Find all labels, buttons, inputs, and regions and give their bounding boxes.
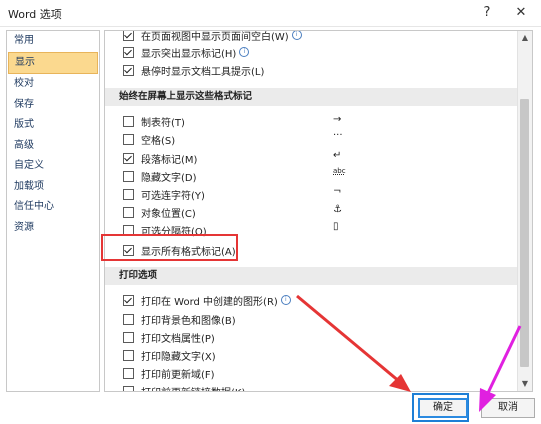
sidebar-item-trust-center[interactable]: 信任中心 — [7, 197, 99, 218]
checkbox[interactable] — [123, 115, 134, 127]
info-icon: i — [291, 31, 302, 40]
print-option-update-fields[interactable]: 打印前更新域(F) — [123, 365, 215, 381]
close-icon[interactable]: ✕ — [510, 4, 532, 22]
options-sidebar: 常用 显示 校对 保存 版式 高级 自定义 加载项 信任中心 资源 — [6, 30, 100, 392]
print-option-drawings[interactable]: 打印在 Word 中创建的图形(R) i — [123, 292, 291, 308]
checkbox[interactable] — [123, 367, 134, 379]
checkbox[interactable] — [123, 152, 134, 164]
format-mark-optional-hyphen[interactable]: 可选连字符(Y) — [123, 186, 205, 202]
title-bar: Word 选项 ? ✕ — [0, 0, 541, 27]
cancel-button[interactable]: 取消 — [481, 398, 535, 418]
space-mark-icon: ··· — [333, 130, 343, 141]
paragraph-mark-icon: ↵ — [333, 150, 342, 161]
checkbox[interactable] — [123, 46, 134, 58]
window-title: Word 选项 — [8, 8, 62, 21]
vertical-scrollbar[interactable]: ▲ ▼ — [517, 31, 532, 391]
scroll-down-icon[interactable]: ▼ — [520, 379, 530, 389]
tab-mark-icon: → — [333, 114, 342, 125]
checkbox[interactable] — [123, 385, 134, 391]
option-label: 制表符(T) — [141, 117, 185, 129]
option-label: 打印前更新域(F) — [141, 369, 215, 381]
option-label: 打印在 Word 中创建的图形(R) — [141, 296, 278, 308]
anchor-icon: ⚓ — [333, 204, 342, 215]
checkbox[interactable] — [123, 313, 134, 325]
option-label: 打印前更新链接数据(K) — [141, 384, 245, 392]
option-label: 显示突出显示标记(H) — [141, 48, 237, 60]
sidebar-item-layout[interactable]: 版式 — [7, 115, 99, 136]
checkbox[interactable] — [123, 206, 134, 218]
checkbox[interactable] — [123, 133, 134, 145]
option-label: 段落标记(M) — [141, 154, 198, 166]
checkbox[interactable] — [123, 64, 134, 76]
option-label: 打印文档属性(P) — [141, 333, 215, 345]
option-label: 可选连字符(Y) — [141, 190, 205, 202]
annotation-highlight-box — [101, 234, 238, 261]
sidebar-item-resources[interactable]: 资源 — [7, 218, 99, 239]
print-option-properties[interactable]: 打印文档属性(P) — [123, 329, 215, 345]
format-mark-tab[interactable]: 制表符(T) — [123, 113, 185, 129]
checkbox[interactable] — [123, 331, 134, 343]
info-icon: i — [239, 47, 250, 57]
format-mark-hidden-text[interactable]: 隐藏文字(D) — [123, 168, 197, 184]
section-header-print-options: 打印选项 — [105, 267, 517, 285]
section-header-format-marks: 始终在屏幕上显示这些格式标记 — [105, 88, 517, 106]
format-mark-paragraph[interactable]: 段落标记(M) — [123, 150, 197, 166]
checkbox[interactable] — [123, 188, 134, 200]
format-mark-space[interactable]: 空格(S) — [123, 131, 175, 147]
checkbox[interactable] — [123, 170, 134, 182]
print-option-hidden-text[interactable]: 打印隐藏文字(X) — [123, 347, 216, 363]
print-option-background[interactable]: 打印背景色和图像(B) — [123, 311, 236, 327]
info-icon: i — [280, 295, 291, 305]
sidebar-item-customize[interactable]: 自定义 — [7, 156, 99, 177]
checkbox[interactable] — [123, 31, 134, 41]
sidebar-item-proofing[interactable]: 校对 — [7, 74, 99, 95]
sidebar-item-display[interactable]: 显示 — [8, 51, 98, 74]
hidden-text-icon: abc — [333, 167, 346, 175]
option-label: 在页面视图中显示页面间空白(W) — [141, 31, 289, 43]
option-show-whitespace[interactable]: 在页面视图中显示页面间空白(W) i — [123, 31, 302, 43]
format-mark-object-anchor[interactable]: 对象位置(C) — [123, 204, 196, 220]
option-label: 隐藏文字(D) — [141, 172, 197, 184]
ok-button[interactable]: 确定 — [418, 398, 468, 418]
option-label: 打印背景色和图像(B) — [141, 315, 236, 327]
checkbox[interactable] — [123, 294, 134, 306]
option-show-tooltips[interactable]: 悬停时显示文档工具提示(L) — [123, 62, 264, 78]
scroll-up-icon[interactable]: ▲ — [520, 33, 530, 43]
sidebar-item-common[interactable]: 常用 — [7, 31, 99, 52]
option-label: 空格(S) — [141, 135, 176, 147]
print-option-update-links[interactable]: 打印前更新链接数据(K) — [123, 383, 245, 392]
option-label: 对象位置(C) — [141, 208, 196, 220]
optional-hyphen-icon: ¬ — [333, 186, 342, 197]
help-button[interactable]: ? — [476, 4, 498, 22]
optional-break-icon: ▯ — [333, 221, 339, 232]
option-label: 悬停时显示文档工具提示(L) — [141, 66, 265, 78]
sidebar-item-save[interactable]: 保存 — [7, 95, 99, 116]
options-content-panel: 在页面视图中显示页面间空白(W) i 显示突出显示标记(H) i 悬停时显示文档… — [104, 30, 533, 392]
scrollbar-thumb[interactable] — [520, 99, 529, 367]
sidebar-item-advanced[interactable]: 高级 — [7, 136, 99, 157]
sidebar-item-addins[interactable]: 加载项 — [7, 177, 99, 198]
option-label: 打印隐藏文字(X) — [141, 351, 216, 363]
option-show-highlighter[interactable]: 显示突出显示标记(H) i — [123, 44, 250, 60]
checkbox[interactable] — [123, 349, 134, 361]
